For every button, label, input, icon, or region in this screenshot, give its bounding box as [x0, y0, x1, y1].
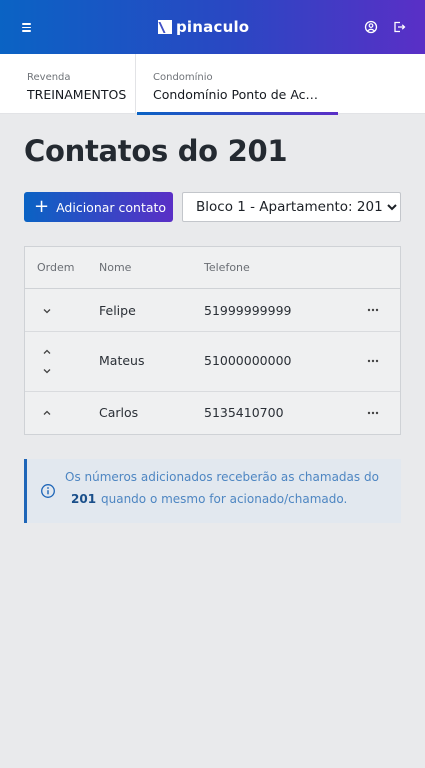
revenda-selector[interactable]: Revenda TREINAMENTOS — [0, 54, 136, 114]
move-up-icon[interactable] — [41, 347, 53, 357]
top-app-bar: pinaculo — [0, 0, 425, 54]
table-row: Felipe 51999999999 — [25, 289, 400, 332]
active-indicator — [137, 112, 338, 115]
plus-icon: + — [34, 196, 50, 217]
move-up-icon[interactable] — [41, 408, 53, 418]
revenda-value: TREINAMENTOS — [27, 87, 127, 102]
unit-select[interactable]: Bloco 1 - Apartamento: 201 — [182, 192, 401, 222]
info-icon — [41, 484, 55, 498]
table-row: Mateus 51000000000 — [25, 332, 400, 392]
user-icon[interactable] — [364, 20, 378, 34]
revenda-label: Revenda — [27, 72, 71, 83]
add-contact-label: Adicionar contato — [56, 199, 167, 215]
add-contact-button[interactable]: + Adicionar contato — [24, 192, 173, 222]
page-title: Contatos do 201 — [24, 134, 288, 168]
info-text-line2: quando o mesmo for acionado/chamado. — [101, 492, 348, 506]
move-down-icon[interactable] — [41, 366, 53, 376]
contact-name: Carlos — [99, 405, 139, 420]
context-bar: Revenda TREINAMENTOS Condomínio Condomín… — [0, 54, 425, 115]
info-apartment-number: 201 — [71, 492, 97, 506]
column-header-nome: Nome — [99, 261, 132, 274]
info-text-line1: Os números adicionados receberão as cham… — [65, 470, 379, 484]
logout-icon[interactable] — [392, 20, 406, 34]
contacts-table: Ordem Nome Telefone Felipe 51999999999 M… — [24, 246, 401, 435]
table-row: Carlos 5135410700 — [25, 392, 400, 434]
more-options-icon[interactable] — [365, 356, 381, 366]
contact-phone: 5135410700 — [204, 405, 284, 420]
contact-name: Mateus — [99, 353, 145, 368]
move-down-icon[interactable] — [41, 306, 53, 316]
contact-phone: 51000000000 — [204, 353, 292, 368]
condominio-value: Condomínio Ponto de Acesso — [153, 87, 323, 102]
column-header-ordem: Ordem — [37, 261, 75, 274]
condominio-selector[interactable]: Condomínio Condomínio Ponto de Acesso — [137, 54, 339, 115]
more-options-icon[interactable] — [365, 305, 381, 315]
more-options-icon[interactable] — [365, 408, 381, 418]
table-header: Ordem Nome Telefone — [25, 247, 400, 289]
pinaculo-logo[interactable]: pinaculo — [158, 18, 249, 36]
logo-mark-icon — [158, 20, 172, 34]
menu-icon[interactable] — [20, 19, 36, 35]
condominio-label: Condomínio — [153, 72, 213, 83]
column-header-telefone: Telefone — [204, 261, 250, 274]
info-alert: Os números adicionados receberão as cham… — [24, 459, 401, 523]
logo-text: pinaculo — [176, 18, 250, 36]
contact-name: Felipe — [99, 303, 136, 318]
contact-phone: 51999999999 — [204, 303, 292, 318]
